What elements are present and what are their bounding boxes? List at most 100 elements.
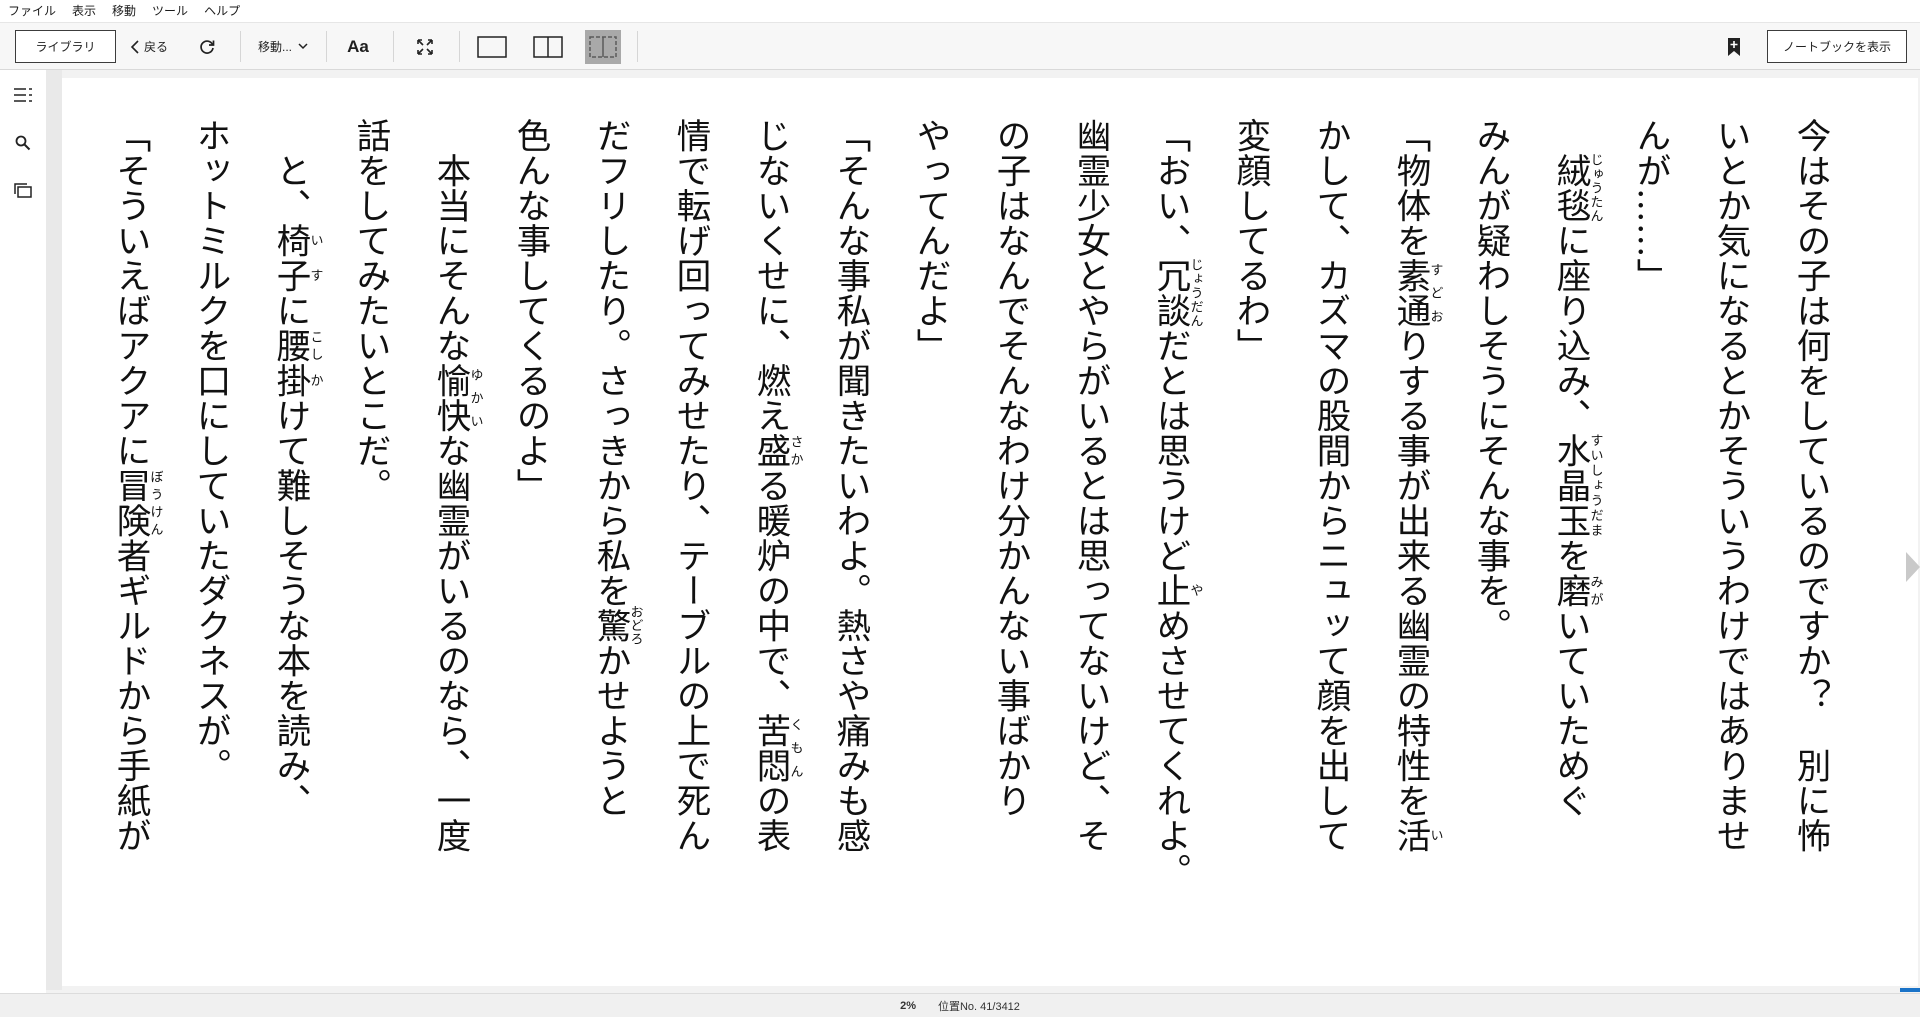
table-of-contents-button[interactable] — [10, 82, 36, 108]
chevron-left-icon — [130, 39, 139, 54]
ruby-reading: い — [1427, 818, 1443, 853]
ruby-word: 愉快ゆかい — [430, 363, 483, 433]
menu-item[interactable]: ファイル — [0, 0, 64, 22]
text-run: 色んな事してくるのよ」 — [510, 118, 550, 503]
menu-item[interactable]: ツール — [144, 0, 196, 22]
sync-button[interactable] — [190, 23, 224, 70]
text-run: んが……」 — [1630, 118, 1670, 293]
text-run: の表 — [750, 783, 790, 853]
text-run: な幽霊がいるのなら、一度 — [430, 433, 470, 853]
text-run: に — [270, 293, 310, 328]
book-text: 今はその子は何をしているのですか？ 別に怖 いとか気になるとかそういうわけではあり… — [100, 118, 1850, 958]
ruby-base: 盛 — [750, 433, 790, 468]
ruby-word: 冒険ぼうけん — [110, 468, 163, 538]
text-run: 幽霊少女とやらがいるとは思ってないけど、そ — [1070, 118, 1110, 853]
text-line: やってんだよ」 — [890, 118, 970, 958]
text-run: 「物体を — [1390, 118, 1430, 258]
two-page-icon — [533, 35, 563, 58]
text-run: かして、カズマの股間からニュッて顔を出して — [1310, 118, 1350, 853]
text-run: やってんだよ」 — [910, 118, 950, 363]
text-run: 変顔してるわ」 — [1230, 118, 1270, 363]
fullscreen-button[interactable] — [404, 23, 446, 70]
two-page-view-button[interactable] — [528, 23, 568, 70]
text-run — [1550, 118, 1590, 153]
text-line: 「おい、冗談じょうだんだとは思うけど止やめさせてくれよ。 — [1130, 118, 1210, 958]
reading-location: 位置No. 41/3412 — [937, 1000, 1020, 1013]
text-line: 本当にそんな愉快ゆかいな幽霊がいるのなら、一度 — [410, 118, 490, 958]
ruby-word: 冗談じょうだん — [1150, 258, 1203, 328]
menu-item[interactable]: ヘルプ — [196, 0, 248, 22]
text-line: いとか気になるとかそういうわけではありませ — [1690, 118, 1770, 958]
goto-dropdown[interactable]: 移動... — [250, 23, 316, 70]
toolbar-separator — [637, 31, 638, 62]
text-line: みんが疑わしそうにそんな事を。 — [1450, 118, 1530, 958]
toolbar-separator — [393, 31, 394, 62]
text-run: じないくせに、燃え — [750, 118, 790, 433]
menu-item[interactable]: 表示 — [64, 0, 104, 22]
single-page-icon — [477, 35, 507, 58]
text-run: めさせてくれよ。 — [1150, 608, 1190, 888]
ruby-word: 活い — [1390, 818, 1443, 853]
goto-dropdown-label: 移動... — [257, 40, 292, 54]
reading-percent: 2% — [900, 999, 916, 1012]
flashcards-button[interactable] — [10, 178, 36, 204]
library-button[interactable]: ライブラリ — [15, 30, 116, 63]
scroll-view-button[interactable] — [585, 30, 621, 64]
ruby-base: 驚 — [590, 605, 630, 646]
text-line: の子はなんでそんなわけ分かんない事ばかり — [970, 118, 1050, 958]
ruby-reading: こし — [307, 328, 323, 363]
toolbar-separator — [326, 31, 327, 62]
ruby-reading: や — [1187, 573, 1203, 608]
cards-icon — [14, 183, 32, 198]
text-line: 今はその子は何をしているのですか？ 別に怖 — [1770, 118, 1850, 958]
text-line: 変顔してるわ」 — [1210, 118, 1290, 958]
ruby-reading: いす — [307, 223, 323, 293]
ruby-reading: すいしょうだま — [1587, 433, 1603, 538]
fullscreen-icon — [417, 38, 433, 55]
text-run: かせようと — [590, 643, 630, 818]
back-button[interactable]: 戻る — [126, 23, 172, 70]
side-rail — [0, 70, 46, 992]
ruby-reading: じょうだん — [1187, 258, 1203, 328]
library-button-label: ライブラリ — [35, 40, 96, 54]
toolbar-separator — [240, 31, 241, 62]
chevron-down-icon — [298, 43, 308, 50]
ruby-word: 水晶玉すいしょうだま — [1550, 433, 1603, 538]
text-run: 者ギルドから手紙が — [110, 538, 150, 853]
text-line: 情で転げ回ってみせたり、テーブルの上で死ん — [650, 118, 730, 958]
show-notebook-button[interactable]: ノートブックを表示 — [1767, 30, 1907, 63]
ruby-base: 水晶玉 — [1550, 433, 1590, 538]
ruby-reading: おどろ — [627, 605, 643, 646]
ruby-base: 止 — [1150, 573, 1190, 608]
next-page-button[interactable] — [1906, 552, 1920, 582]
text-line: 話をしてみたいとこだ。 — [330, 118, 410, 958]
toolbar-separator — [459, 31, 460, 62]
ruby-word: 驚おどろ — [590, 605, 643, 646]
text-run: 本当にそんな — [430, 118, 470, 363]
ruby-reading: じゅうたん — [1587, 153, 1603, 223]
text-run: りする事が出来る幽霊の特性を — [1390, 328, 1430, 818]
text-line: んが……」 — [1610, 118, 1690, 958]
ruby-base: 愉快 — [430, 363, 470, 433]
ruby-word: 盛さか — [750, 433, 803, 468]
text-line: ホットミルクを口にしていたダクネスが。 — [170, 118, 250, 958]
text-line: 「そういえばアクアに冒険ぼうけん者ギルドから手紙が — [100, 118, 170, 958]
text-line: 「そんな事私が聞きたいわよ。熱さや痛みも感 — [810, 118, 890, 958]
ruby-word: 掛か — [270, 363, 323, 398]
menu-item[interactable]: 移動 — [104, 0, 144, 22]
ruby-word: 苦悶くもん — [750, 713, 803, 783]
page-shadow — [46, 70, 62, 992]
text-run: いとか気になるとかそういうわけではありませ — [1710, 118, 1750, 853]
text-line: 色んな事してくるのよ」 — [490, 118, 570, 958]
progress-marker[interactable] — [1900, 988, 1920, 992]
font-settings-button[interactable]: Aa — [338, 23, 378, 70]
search-button[interactable] — [10, 130, 36, 156]
add-bookmark-button[interactable] — [1718, 23, 1750, 70]
toolbar: ライブラリ 戻る 移動... Aa ノートブックを表示 — [0, 22, 1920, 70]
ruby-reading: か — [307, 363, 323, 398]
ruby-base: 冗談 — [1150, 258, 1190, 328]
ruby-reading: ゆかい — [467, 363, 483, 433]
single-page-view-button[interactable] — [472, 23, 512, 70]
text-run: を — [1550, 538, 1590, 573]
refresh-icon — [200, 39, 215, 54]
